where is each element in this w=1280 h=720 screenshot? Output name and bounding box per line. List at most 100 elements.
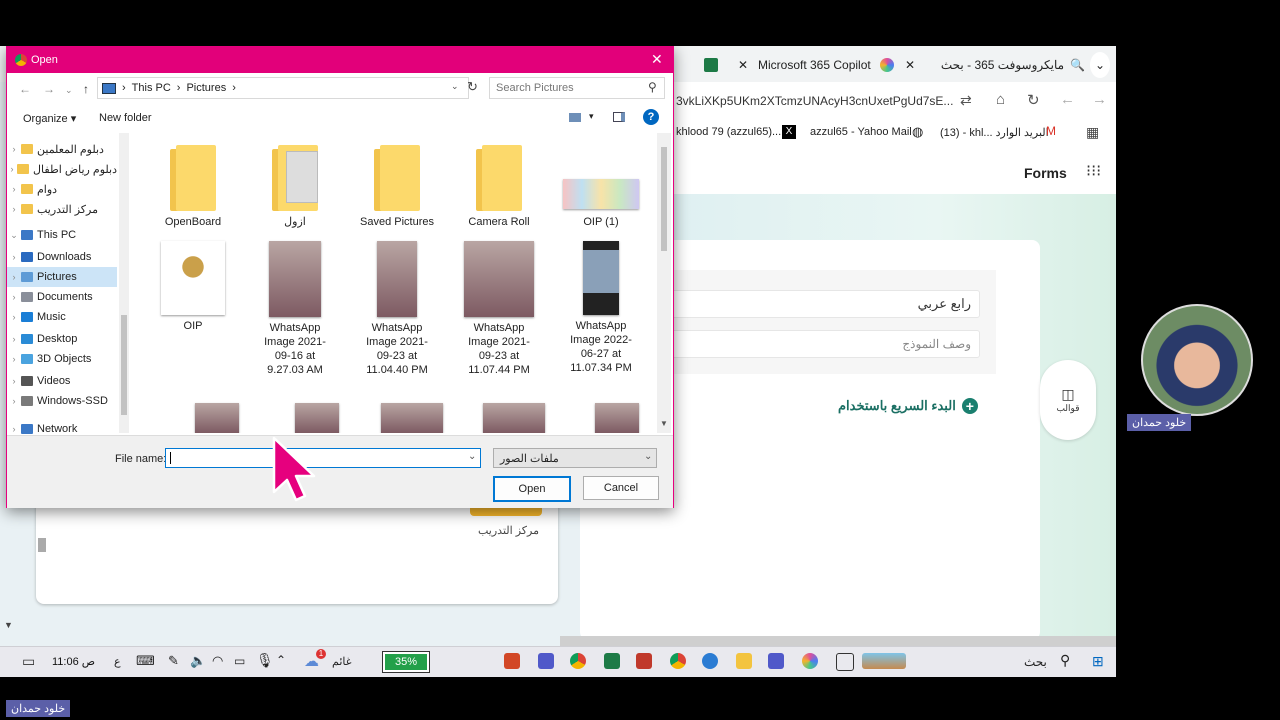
scroll-down-arrow[interactable]: ▼ [660,419,668,428]
show-hidden-icons-icon[interactable]: ⌃ [276,653,286,667]
app-icon[interactable] [636,653,652,669]
search-icon[interactable]: ⚲ [1060,652,1070,669]
clock[interactable]: 11:06 ص [52,655,95,668]
horizontal-scrollbar[interactable] [560,636,1116,646]
expand-chevron-icon[interactable]: › [7,396,21,406]
start-icon[interactable]: ⊞ [1092,653,1104,670]
breadcrumb-item[interactable]: This PC [132,82,171,94]
search-text[interactable]: بحث [1024,655,1047,669]
expand-chevron-icon[interactable]: › [7,292,21,302]
excel-icon[interactable] [604,653,620,669]
site-settings-icon[interactable]: ⇄ [960,92,972,109]
breadcrumb[interactable]: › This PC › Pictures › [97,77,469,99]
file-name-input[interactable]: ⌄ [165,448,481,468]
up-icon[interactable]: ↑ [83,82,89,96]
apps-grid-icon[interactable]: ▦ [1086,124,1099,141]
expand-chevron-icon[interactable]: › [7,272,21,282]
tree-item[interactable]: › Music [7,307,117,327]
image-thumbnail[interactable] [195,403,239,433]
teams-icon[interactable] [538,653,554,669]
tree-item[interactable]: › Documents [7,287,117,307]
expand-chevron-icon[interactable]: › [7,144,21,154]
bookmark-item[interactable]: (13) - khl... البريد الوارد [940,126,1049,139]
tree-item[interactable]: › دوام [7,179,117,199]
home-icon[interactable]: ⌂ [996,91,1005,108]
image-item[interactable]: WhatsApp Image 2021-09-16 at 9.27.03 AM [255,241,335,377]
back-icon[interactable]: ← [19,82,31,96]
folder-item[interactable]: OpenBoard [153,145,233,229]
powerpoint-icon[interactable] [504,653,520,669]
tree-item[interactable]: › Downloads [7,247,117,267]
tree-item[interactable]: › Windows-SSD [7,391,117,411]
excel-tab-icon[interactable] [704,52,718,78]
widgets-icon[interactable] [862,653,906,669]
scroll-down-arrow[interactable]: ▼ [4,620,13,630]
tab-close-icon[interactable]: ✕ [905,52,915,78]
notifications-icon[interactable]: ▭ [22,653,35,670]
wifi-icon[interactable]: ◠ [212,653,223,669]
templates-button[interactable]: ◫ قوالب [1040,360,1096,440]
back-icon[interactable]: → [1092,91,1107,108]
tab-m365-search[interactable]: 🔍 مايكروسوفت 365 - بحث [935,52,1085,78]
tab-copilot[interactable]: Microsoft 365 Copilot | ... [758,52,874,78]
tab-list-chevron-icon[interactable]: ⌄ [1090,52,1110,78]
language-indicator[interactable]: ع [114,655,121,668]
folder-item[interactable]: ازول [255,145,335,229]
address-bar[interactable]: 3vkLiXKp5UKm2XTcmzUNAcyH3cnUxetPgUd7sE..… [672,82,1116,120]
search-input[interactable]: Search Pictures ⚲ [489,77,665,99]
cancel-button[interactable]: Cancel [583,476,659,500]
refresh-icon[interactable]: ↻ [467,79,478,95]
tree-item[interactable]: › دبلوم رياض اطفال [7,159,117,179]
tree-item[interactable]: ⌄ This PC [7,225,117,245]
tree-item[interactable]: › Pictures [7,267,117,287]
tree-item[interactable]: › دبلوم المعلمين [7,139,117,159]
file-type-select[interactable]: ملفات الصور ⌄ [493,448,657,468]
chevron-down-icon[interactable]: ⌄ [468,451,476,462]
tree-item[interactable]: › 3D Objects [7,349,117,369]
open-button[interactable]: Open [493,476,571,502]
image-item[interactable]: WhatsApp Image 2021-09-23 at 11.07.44 PM [459,241,539,377]
image-thumbnail[interactable] [295,403,339,433]
expand-chevron-icon[interactable]: › [7,354,21,364]
view-options-icon[interactable] [569,113,581,122]
image-thumbnail[interactable] [483,403,545,433]
keyboard-icon[interactable]: ⌨ [136,653,155,669]
weather-text[interactable]: غائم [332,655,352,668]
image-item[interactable]: OIP (1) [561,145,641,229]
help-icon[interactable]: ? [643,109,659,125]
expand-chevron-icon[interactable]: › [7,204,21,214]
image-item[interactable]: OIP [153,241,233,333]
reload-icon[interactable]: ↻ [1027,91,1040,109]
expand-chevron-icon[interactable]: › [7,376,21,386]
pen-icon[interactable]: ✎ [168,653,179,669]
volume-icon[interactable]: 🔈 [190,653,206,669]
tree-item[interactable]: › Videos [7,371,117,391]
expand-chevron-icon[interactable]: › [7,184,21,194]
expand-chevron-icon[interactable]: › [7,312,21,322]
image-item[interactable]: WhatsApp Image 2021-09-23 at 11.04.40 PM [357,241,437,377]
recent-locations-icon[interactable]: ⌄ [65,85,73,96]
organize-button[interactable]: Organize ▾ [23,112,76,125]
navigation-pane-scrollbar[interactable] [119,133,129,433]
chrome-icon[interactable] [670,653,686,669]
battery-icon[interactable]: ▭ [234,654,245,668]
task-view-icon[interactable] [836,653,854,671]
microphone-icon[interactable]: 🎙 [256,652,274,669]
scrollbar-thumb[interactable] [38,538,46,552]
bookmark-item[interactable]: azzul65 - Yahoo Mail [810,126,912,138]
breadcrumb-dropdown-icon[interactable]: ⌄ [451,81,459,92]
copilot-icon[interactable] [802,653,818,669]
app-launcher-icon[interactable]: ⁝⁝⁝ [1086,161,1101,181]
expand-chevron-icon[interactable]: › [7,164,17,174]
folder-item[interactable]: Camera Roll [459,145,539,229]
expand-chevron-icon[interactable]: › [7,334,21,344]
close-icon[interactable]: ✕ [651,51,663,68]
forward-icon[interactable]: → [43,82,55,96]
edge-icon[interactable] [702,653,718,669]
image-thumbnail[interactable] [595,403,639,433]
breadcrumb-item[interactable]: Pictures [186,82,226,94]
tree-item[interactable]: › Desktop [7,329,117,349]
file-grid-scrollbar[interactable]: ▼ [657,133,671,433]
image-thumbnail[interactable] [381,403,443,433]
image-item[interactable]: WhatsApp Image 2022-06-27 at 11.07.34 PM [561,241,641,375]
